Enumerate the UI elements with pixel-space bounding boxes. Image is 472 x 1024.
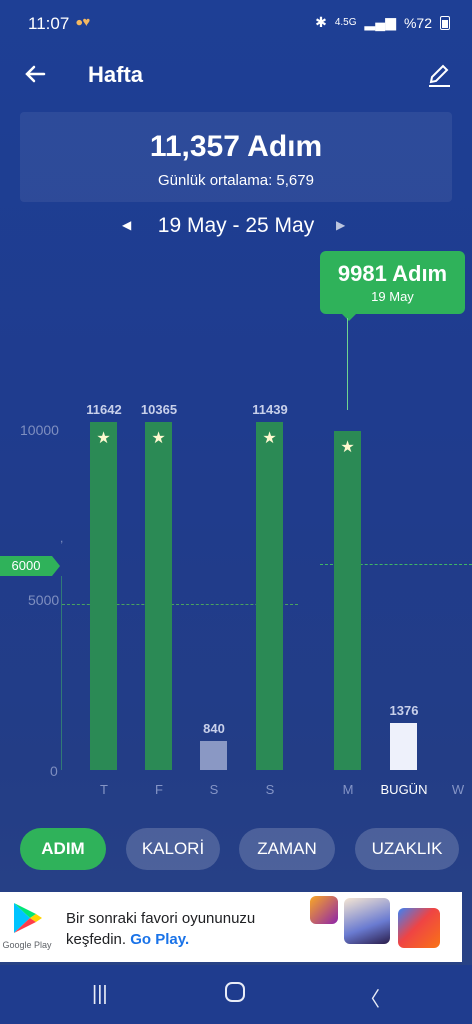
back-nav-icon[interactable]: 〈	[360, 983, 380, 1012]
back-arrow-icon[interactable]	[22, 60, 50, 88]
y-axis-label-zero: 0	[50, 763, 58, 779]
game-icon-1	[310, 896, 338, 924]
google-play-logo-icon	[10, 900, 46, 936]
tab-calories[interactable]: KALORİ	[126, 828, 220, 870]
day-label[interactable]: T	[74, 782, 134, 797]
chart-bar[interactable]: ★	[334, 430, 361, 770]
battery-label: %72	[403, 14, 432, 31]
total-steps: 11,357 Adım	[149, 130, 323, 163]
bar-value-label: 840	[203, 721, 225, 737]
home-icon[interactable]	[224, 981, 246, 1009]
day-label[interactable]: W	[428, 782, 472, 797]
y-axis-line	[61, 576, 62, 770]
edit-pencil-icon[interactable]	[424, 60, 454, 90]
chart-bar[interactable]: ★	[256, 421, 283, 770]
chart-bar[interactable]	[200, 741, 227, 770]
ad-link[interactable]: Go Play.	[130, 931, 189, 948]
day-label[interactable]: BUGÜN	[374, 782, 434, 797]
day-label[interactable]: M	[318, 782, 378, 797]
day-label[interactable]: S	[240, 782, 300, 797]
notification-icons: ⦁♥	[76, 14, 91, 29]
daily-average: Günlük ortalama: 5,679	[20, 172, 452, 189]
y-axis-label-mid: 5000	[28, 592, 60, 608]
system-nav-bar: ||| 〈	[0, 965, 472, 1024]
ad-line2-prefix: keşfedin.	[66, 931, 127, 948]
battery-icon	[440, 15, 450, 30]
goal-star-icon: ★	[262, 429, 277, 447]
bluetooth-icon: ✱	[315, 14, 327, 30]
page-title: Hafta	[88, 62, 144, 87]
bar-value-label: 1376	[389, 703, 419, 719]
y-axis-small-mark: ,	[60, 531, 64, 545]
status-time: 11:07	[28, 14, 70, 33]
bar-value-label: 11642	[86, 401, 122, 417]
day-label[interactable]: S	[184, 782, 244, 797]
summary-card: 11,357 Adım Günlük ortalama: 5,679	[20, 112, 452, 202]
tab-steps[interactable]: ADIM	[20, 828, 106, 870]
bar-value-label: 10365	[140, 401, 178, 417]
goal-star-icon: ★	[96, 429, 111, 447]
ad-line2: keşfedin. Go Play.	[66, 929, 302, 950]
recent-apps-icon[interactable]: |||	[92, 983, 108, 1006]
ad-text: Bir sonraki favori oyununuzu keşfedin. G…	[66, 908, 302, 950]
network-label: 4.5G	[334, 17, 357, 28]
tooltip-value: 9981 Adım	[337, 261, 448, 286]
signal-icon: ▂▄▆	[364, 14, 396, 30]
selected-day-tooltip: 9981 Adım 19 May	[320, 251, 465, 321]
goal-star-icon: ★	[340, 438, 355, 456]
game-icon-3	[398, 908, 440, 948]
goal-flag: 6000	[0, 556, 60, 576]
bar-value-label: 11439	[252, 401, 288, 417]
chart-bar[interactable]: ★	[90, 421, 117, 770]
goal-star-icon: ★	[151, 429, 166, 447]
tooltip-date: 19 May	[371, 289, 414, 304]
y-axis-label-top: 10000	[20, 422, 59, 438]
week-navigation: ◀ 19 May - 25 May ▶	[0, 210, 472, 246]
ad-banner[interactable]: Google Play Bir sonraki favori oyununuzu…	[0, 892, 462, 962]
status-bar: 11:07 ⦁♥ ✱ 4.5G ▂▄▆ %72	[0, 0, 472, 48]
ad-line1: Bir sonraki favori oyununuzu	[66, 910, 256, 927]
tooltip-connector	[347, 318, 348, 410]
status-right: ✱ 4.5G ▂▄▆ %72	[315, 14, 450, 31]
chart-bar[interactable]	[390, 723, 417, 770]
tab-distance[interactable]: UZAKLIK	[355, 828, 459, 870]
average-value: 5,679	[276, 172, 314, 189]
app-bar: Hafta	[0, 48, 472, 104]
game-icon-2	[344, 898, 390, 944]
day-label[interactable]: F	[129, 782, 189, 797]
store-label: Google Play	[2, 940, 52, 950]
average-label: Günlük ortalama:	[158, 172, 273, 189]
week-range: 19 May - 25 May	[157, 214, 315, 237]
chart-bar[interactable]: ★	[145, 421, 172, 770]
tab-time[interactable]: ZAMAN	[239, 828, 335, 870]
next-week-icon[interactable]: ▶	[336, 218, 345, 232]
